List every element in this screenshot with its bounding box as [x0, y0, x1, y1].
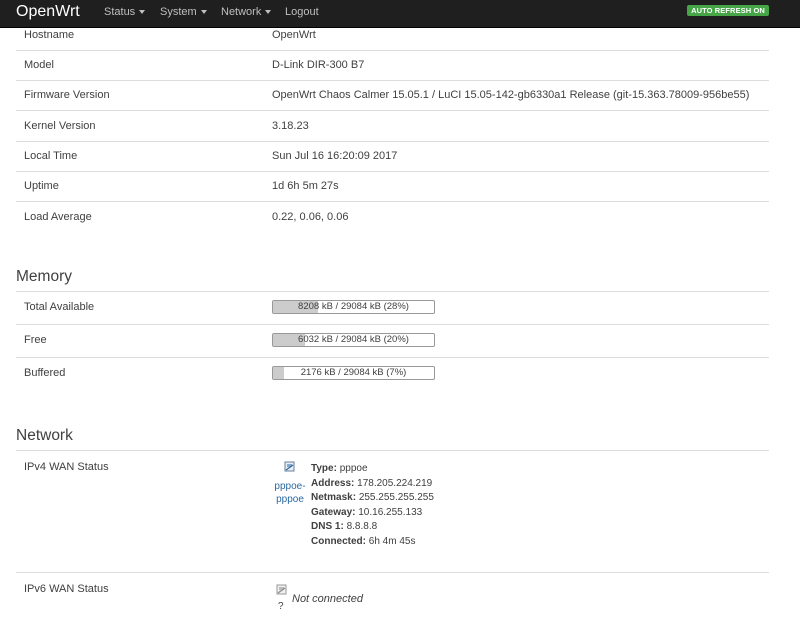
pppoe-interface-link[interactable]: pppoe- pppoe — [274, 480, 306, 506]
chevron-down-icon — [265, 10, 272, 15]
detail-netmask-label: Netmask: — [311, 492, 357, 503]
table-row: Hostname OpenWrt — [16, 20, 769, 51]
table-row: Load Average 0.22, 0.06, 0.06 — [16, 202, 769, 232]
ipv4-details: Type: pppoe Address: 178.205.224.219 Net… — [311, 462, 434, 549]
row-value: 1d 6h 5m 27s — [272, 180, 339, 192]
divider — [16, 291, 769, 292]
memory-free-text: 6032 kB / 29084 kB (20%) — [298, 334, 409, 345]
row-value: Sun Jul 16 16:20:09 2017 — [272, 150, 398, 162]
divider — [16, 572, 769, 573]
divider — [16, 357, 769, 358]
network-port-icon — [284, 461, 295, 472]
detail-gateway: Gateway: 10.16.255.133 — [311, 506, 434, 521]
table-row: Local Time Sun Jul 16 16:20:09 2017 — [16, 141, 769, 172]
table-row: Firmware Version OpenWrt Chaos Calmer 15… — [16, 80, 769, 111]
detail-connected-label: Connected: — [311, 535, 366, 547]
memory-section-title: Memory — [16, 268, 72, 285]
memory-total-text: 8208 kB / 29084 kB (28%) — [298, 301, 409, 312]
detail-netmask-value: 255.255.255.255 — [358, 492, 434, 503]
divider — [16, 324, 769, 325]
detail-type-label: Type: — [311, 463, 337, 474]
ipv6-status: Not connected — [292, 593, 363, 605]
iface-name-line2: pppoe — [276, 494, 304, 505]
chevron-down-icon — [139, 10, 146, 15]
network-port-icon — [276, 584, 287, 595]
divider — [16, 450, 769, 451]
row-label: Model — [24, 59, 54, 71]
unknown-interface-icon: ? — [278, 601, 284, 612]
detail-address-value: 178.205.224.219 — [357, 477, 433, 489]
brand-logo[interactable]: OpenWrt — [16, 3, 80, 21]
ipv6-wan-label: IPv6 WAN Status — [24, 583, 109, 595]
table-row: Uptime 1d 6h 5m 27s — [16, 171, 769, 202]
row-value: 3.18.23 — [272, 120, 309, 132]
detail-dns: DNS 1: 8.8.8.8 — [311, 520, 434, 535]
memory-total-bar: 8208 kB / 29084 kB (28%) — [272, 300, 435, 314]
memory-free-label: Free — [24, 334, 47, 346]
row-value: OpenWrt Chaos Calmer 15.05.1 / LuCI 15.0… — [272, 89, 750, 101]
nav-menu-system[interactable]: System — [160, 6, 207, 18]
chevron-down-icon — [200, 10, 207, 15]
row-value: OpenWrt — [272, 29, 316, 41]
row-label: Hostname — [24, 29, 75, 41]
detail-netmask: Netmask: 255.255.255.255 — [311, 491, 434, 506]
iface-name-line1: pppoe- — [274, 481, 306, 492]
row-label: Local Time — [24, 150, 78, 162]
row-label: Kernel Version — [24, 120, 96, 132]
nav-menu-system-label: System — [160, 6, 197, 18]
ipv4-wan-label: IPv4 WAN Status — [24, 461, 109, 473]
nav-menu-status[interactable]: Status — [104, 6, 146, 18]
memory-free-bar: 6032 kB / 29084 kB (20%) — [272, 333, 435, 347]
detail-type: Type: pppoe — [311, 462, 434, 477]
network-section-title: Network — [16, 427, 73, 444]
row-label: Firmware Version — [24, 89, 110, 101]
nav-menu-network[interactable]: Network — [221, 6, 272, 18]
table-row: Model D-Link DIR-300 B7 — [16, 50, 769, 81]
row-label: Load Average — [24, 211, 92, 223]
nav-logout-link[interactable]: Logout — [285, 6, 319, 18]
table-row: Kernel Version 3.18.23 — [16, 111, 769, 142]
nav-menu-status-label: Status — [104, 6, 136, 18]
detail-dns-value: 8.8.8.8 — [346, 521, 378, 532]
nav-menu-network-label: Network — [221, 6, 262, 18]
memory-buffered-label: Buffered — [24, 367, 66, 379]
detail-gateway-value: 10.16.255.133 — [358, 506, 423, 518]
memory-buffered-text: 2176 kB / 29084 kB (7%) — [300, 367, 407, 378]
memory-buffered-bar: 2176 kB / 29084 kB (7%) — [272, 366, 435, 380]
detail-address-label: Address: — [311, 477, 355, 489]
detail-gateway-label: Gateway: — [311, 506, 356, 518]
row-label: Uptime — [24, 180, 59, 192]
auto-refresh-toggle[interactable]: AUTO REFRESH ON — [687, 5, 769, 16]
row-value: D-Link DIR-300 B7 — [272, 59, 365, 71]
detail-connected-value: 6h 4m 45s — [368, 535, 416, 547]
detail-address: Address: 178.205.224.219 — [311, 477, 434, 492]
detail-connected: Connected: 6h 4m 45s — [311, 535, 434, 550]
detail-type-value: pppoe — [339, 463, 368, 474]
memory-total-label: Total Available — [24, 301, 95, 313]
detail-dns-label: DNS 1: — [311, 521, 344, 532]
row-value: 0.22, 0.06, 0.06 — [272, 211, 349, 223]
